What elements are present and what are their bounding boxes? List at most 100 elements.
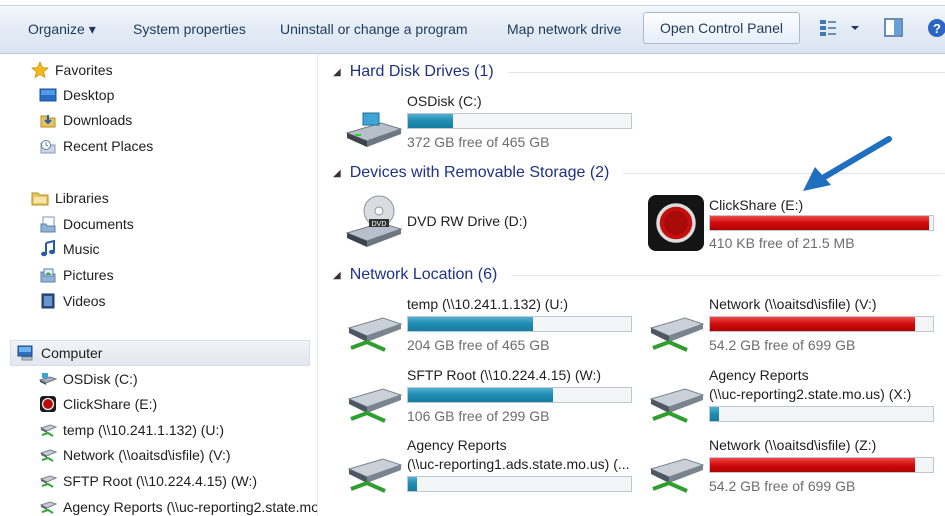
group-title: Hard Disk Drives (1) bbox=[349, 63, 494, 80]
group-header-network-location[interactable]: ◢ Network Location (6) bbox=[333, 264, 942, 286]
drive-network-v[interactable]: Network (\\oaitsd\isfile) (V:) 54.2 GB f… bbox=[647, 296, 945, 358]
network-drive-icon bbox=[39, 421, 58, 439]
pictures-icon bbox=[39, 266, 57, 284]
capacity-bar bbox=[407, 387, 632, 403]
network-drive-icon bbox=[345, 381, 403, 425]
nav-downloads[interactable]: Downloads bbox=[39, 108, 132, 132]
desktop-icon bbox=[39, 86, 57, 104]
nav-drive-sftp[interactable]: SFTP Root (\\10.224.4.15) (W:) bbox=[39, 469, 257, 493]
nav-favorites-label: Favorites bbox=[55, 62, 113, 78]
nav-libraries[interactable]: Libraries bbox=[31, 186, 109, 210]
help-button[interactable]: ? bbox=[926, 16, 945, 40]
capacity-bar-fill bbox=[408, 317, 533, 331]
free-space-text: 54.2 GB free of 699 GB bbox=[709, 478, 856, 494]
drive-name: OSDisk (C:) bbox=[407, 93, 482, 109]
nav-recent-places[interactable]: Recent Places bbox=[39, 134, 153, 158]
free-space-text: 106 GB free of 299 GB bbox=[407, 408, 550, 424]
drive-path: (\\uc-reporting1.ads.state.mo.us) (... bbox=[407, 456, 630, 472]
hard-drive-icon bbox=[38, 370, 58, 388]
capacity-bar-fill bbox=[408, 477, 417, 491]
drive-sftp-w[interactable]: SFTP Root (\\10.224.4.15) (W:) 106 GB fr… bbox=[345, 367, 645, 429]
nav-drive-network-v[interactable]: Network (\\oaitsd\isfile) (V:) bbox=[39, 443, 231, 467]
network-drive-icon bbox=[39, 498, 58, 516]
nav-drive-network-v-label: Network (\\oaitsd\isfile) (V:) bbox=[63, 447, 231, 463]
nav-drive-osdisk-label: OSDisk (C:) bbox=[63, 371, 138, 387]
nav-drive-temp-label: temp (\\10.241.1.132) (U:) bbox=[63, 422, 225, 438]
nav-libraries-label: Libraries bbox=[55, 190, 109, 206]
view-options-icon bbox=[820, 20, 859, 36]
nav-computer-label: Computer bbox=[41, 345, 103, 361]
drive-temp-u[interactable]: temp (\\10.241.1.132) (U:) 204 GB free o… bbox=[345, 296, 645, 358]
drive-network-z[interactable]: Network (\\oaitsd\isfile) (Z:) 54.2 GB f… bbox=[647, 437, 945, 499]
recent-places-icon bbox=[39, 137, 57, 155]
nav-desktop-label: Desktop bbox=[63, 87, 115, 103]
group-header-hard-disk-drives[interactable]: ◢ Hard Disk Drives (1) bbox=[333, 61, 945, 83]
capacity-bar bbox=[407, 316, 632, 332]
free-space-text: 54.2 GB free of 699 GB bbox=[709, 337, 856, 353]
nav-drive-agency-x-label: Agency Reports (\\uc-reporting2.state.mo… bbox=[63, 499, 318, 515]
group-title: Network Location (6) bbox=[349, 266, 498, 283]
drive-name: ClickShare (E:) bbox=[709, 197, 804, 213]
command-bar: Organize ▾ System properties Uninstall o… bbox=[0, 0, 945, 54]
open-control-panel-button[interactable]: Open Control Panel bbox=[643, 12, 800, 44]
capacity-bar-fill bbox=[408, 388, 553, 402]
network-drive-icon bbox=[39, 446, 58, 464]
nav-drive-temp[interactable]: temp (\\10.241.1.132) (U:) bbox=[39, 418, 224, 442]
free-space-text: 204 GB free of 465 GB bbox=[407, 337, 550, 353]
nav-favorites[interactable]: Favorites bbox=[31, 58, 113, 82]
capacity-bar bbox=[709, 457, 934, 473]
free-space-text: 372 GB free of 465 GB bbox=[407, 134, 550, 150]
group-title: Devices with Removable Storage (2) bbox=[349, 164, 610, 181]
nav-documents[interactable]: Documents bbox=[39, 212, 134, 236]
uninstall-program-button[interactable]: Uninstall or change a program bbox=[280, 14, 468, 44]
drive-osdisk[interactable]: OSDisk (C:) 372 GB free of 465 GB bbox=[345, 93, 645, 155]
nav-pictures-label: Pictures bbox=[63, 267, 114, 283]
capacity-bar-fill bbox=[710, 317, 916, 331]
capacity-bar bbox=[407, 476, 632, 492]
group-divider bbox=[507, 71, 945, 73]
help-icon: ? bbox=[928, 19, 945, 37]
nav-drive-clickshare[interactable]: ClickShare (E:) bbox=[39, 392, 157, 416]
collapse-triangle-icon[interactable]: ◢ bbox=[333, 270, 341, 281]
network-drive-icon bbox=[345, 451, 403, 495]
nav-pictures[interactable]: Pictures bbox=[39, 263, 114, 287]
group-divider bbox=[623, 172, 945, 174]
preview-pane-icon bbox=[884, 18, 903, 37]
nav-drive-agency-x[interactable]: Agency Reports (\\uc-reporting2.state.mo… bbox=[39, 495, 318, 516]
drive-agency-1[interactable]: Agency Reports (\\uc-reporting1.ads.stat… bbox=[345, 437, 645, 499]
drive-clickshare[interactable]: ClickShare (E:) 410 KB free of 21.5 MB bbox=[647, 194, 945, 256]
change-view-button[interactable] bbox=[818, 16, 862, 40]
drive-agency-x[interactable]: Agency Reports (\\uc-reporting2.state.mo… bbox=[647, 367, 945, 429]
collapse-triangle-icon[interactable]: ◢ bbox=[333, 168, 341, 179]
network-drive-icon bbox=[39, 472, 58, 490]
nav-computer[interactable]: Computer bbox=[10, 340, 310, 366]
nav-recent-places-label: Recent Places bbox=[63, 138, 154, 154]
organize-button[interactable]: Organize ▾ bbox=[28, 14, 96, 44]
group-divider bbox=[511, 274, 942, 276]
clickshare-icon bbox=[39, 395, 57, 413]
drive-dvd[interactable]: DVD DVD RW Drive (D:) bbox=[345, 195, 645, 271]
capacity-bar-fill bbox=[710, 216, 929, 230]
nav-videos[interactable]: Videos bbox=[39, 289, 106, 313]
map-network-drive-button[interactable]: Map network drive bbox=[507, 14, 621, 44]
dvd-drive-icon: DVD bbox=[345, 193, 403, 251]
drive-name: temp (\\10.241.1.132) (U:) bbox=[407, 296, 569, 312]
nav-music[interactable]: Music bbox=[39, 237, 100, 261]
drive-path: (\\uc-reporting2.state.mo.us) (X:) bbox=[709, 386, 912, 402]
videos-icon bbox=[39, 292, 57, 310]
nav-desktop[interactable]: Desktop bbox=[39, 83, 114, 107]
drive-name: Network (\\oaitsd\isfile) (V:) bbox=[709, 296, 877, 312]
libraries-icon bbox=[31, 189, 49, 207]
star-icon bbox=[31, 61, 49, 79]
nav-music-label: Music bbox=[63, 241, 100, 257]
nav-videos-label: Videos bbox=[63, 293, 106, 309]
system-properties-button[interactable]: System properties bbox=[133, 14, 246, 44]
network-drive-icon bbox=[647, 310, 705, 354]
nav-documents-label: Documents bbox=[63, 216, 134, 232]
content-pane: ◢ Hard Disk Drives (1) OSDisk (C:) 372 G… bbox=[319, 54, 945, 516]
svg-text:?: ? bbox=[933, 21, 941, 36]
collapse-triangle-icon[interactable]: ◢ bbox=[333, 67, 341, 78]
preview-pane-button[interactable] bbox=[882, 16, 906, 40]
clickshare-icon bbox=[647, 194, 705, 252]
nav-drive-osdisk[interactable]: OSDisk (C:) bbox=[38, 367, 138, 391]
